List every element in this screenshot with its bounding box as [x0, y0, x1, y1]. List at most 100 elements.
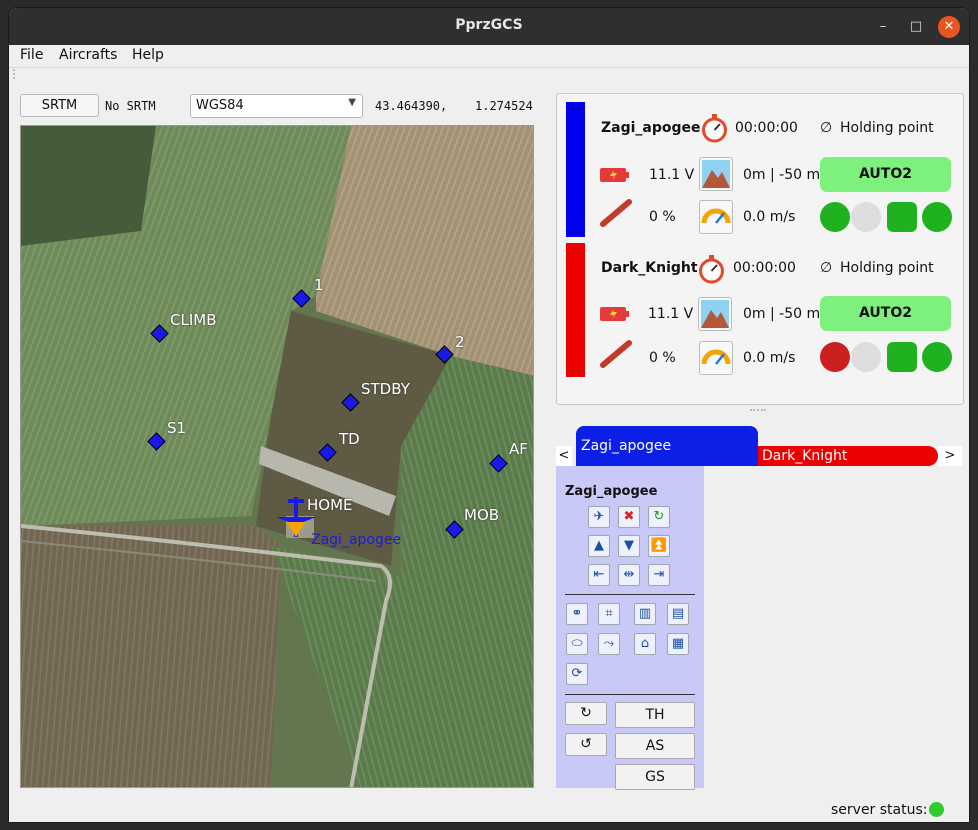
gps-status-icon — [851, 342, 881, 372]
divider — [565, 694, 695, 695]
srtm-status: No SRTM — [105, 99, 156, 113]
rc-status-icon — [887, 342, 917, 372]
tab-dark-knight[interactable]: Dark_Knight — [758, 446, 938, 466]
shift-right-icon[interactable]: ⇥ — [648, 564, 670, 586]
projection-value: WGS84 — [196, 98, 244, 113]
menu-help[interactable]: Help — [132, 47, 164, 63]
mode-badge[interactable]: AUTO2 — [820, 296, 951, 331]
rotate-ccw-icon[interactable]: ↺ — [565, 733, 607, 756]
waypoint-label: S1 — [167, 419, 187, 437]
tab-label: Dark_Knight — [762, 448, 848, 464]
altitude-down-icon[interactable]: ▼ — [618, 535, 640, 557]
splitter-handle[interactable] — [750, 409, 766, 411]
satellite-map — [21, 126, 533, 787]
battery-voltage: 11.1 V — [648, 306, 694, 322]
refresh-icon[interactable]: ⟳ — [566, 663, 588, 685]
waypoint-label: STDBY — [361, 380, 410, 398]
flight-time: 00:00:00 — [733, 260, 796, 276]
center-icon[interactable]: ⇹ — [618, 564, 640, 586]
route-icon[interactable]: ⤳ — [598, 633, 620, 655]
gs-button[interactable]: GS — [615, 764, 695, 790]
speed-value: 0.0 m/s — [743, 209, 796, 225]
shift-left-icon[interactable]: ⇤ — [588, 564, 610, 586]
menu-file[interactable]: File — [20, 47, 43, 63]
strip-color-bar — [566, 102, 585, 237]
landing-icon[interactable]: ▦ — [667, 633, 689, 655]
main-window: PprzGCS – □ ✕ File Aircrafts Help SRTM N… — [9, 8, 969, 822]
altitude-up-icon[interactable]: ▲ — [588, 535, 610, 557]
aircraft-map-label: Zagi_apogee — [311, 532, 402, 548]
rc-status-icon — [887, 202, 917, 232]
maximize-icon[interactable]: □ — [905, 16, 927, 38]
flight-time: 00:00:00 — [735, 120, 798, 136]
minimize-icon[interactable]: – — [872, 16, 894, 38]
altitude-icon[interactable] — [698, 297, 732, 331]
menu-bar: File Aircrafts Help — [9, 45, 969, 67]
waypoint-label: CLIMB — [170, 311, 217, 329]
battery-icon — [600, 168, 629, 182]
current-block: Holding point — [840, 260, 934, 276]
aircraft-name: Dark_Knight — [601, 260, 698, 276]
tab-zagi-apogee[interactable]: Zagi_apogee — [576, 426, 758, 466]
divider — [9, 67, 969, 68]
stopwatch-icon — [699, 255, 724, 284]
altitude-readout: 0m | -50 m — [743, 306, 821, 322]
link-status-icon — [820, 202, 850, 232]
throttle-icon — [600, 199, 632, 227]
link-status-icon — [820, 342, 850, 372]
altitude-icon[interactable] — [699, 157, 733, 191]
imu-status-icon — [922, 202, 952, 232]
srtm-button[interactable]: SRTM — [20, 94, 99, 117]
home-icon[interactable]: ⌂ — [634, 633, 656, 655]
chevron-down-icon: ▼ — [348, 97, 356, 108]
latitude-readout: 43.464390, — [375, 99, 448, 113]
rotate-cw-icon[interactable]: ↻ — [565, 702, 607, 725]
map-view[interactable]: 1 CLIMB 2 STDBY S1 TD AF HOME MOB Zagi_a… — [20, 125, 534, 788]
tab-label: Zagi_apogee — [581, 438, 672, 454]
path-icon[interactable]: ▤ — [667, 603, 689, 625]
menu-aircrafts[interactable]: Aircrafts — [59, 47, 117, 63]
mode-badge[interactable]: AUTO2 — [820, 157, 951, 192]
window-title: PprzGCS — [455, 17, 523, 33]
aircraft-strips: Zagi_apogee 00:00:00 ∅ Holding point 11.… — [556, 93, 964, 405]
title-bar: PprzGCS – □ ✕ — [9, 8, 969, 45]
runway-icon[interactable]: ▥ — [634, 603, 656, 625]
panel-title: Zagi_apogee — [565, 484, 658, 499]
waypoint-label: MOB — [464, 506, 500, 524]
speed-gauge-icon[interactable] — [699, 200, 733, 234]
speed-value: 0.0 m/s — [743, 350, 796, 366]
projection-select[interactable]: WGS84 ▼ — [190, 94, 363, 118]
tab-scroll-left[interactable]: < — [556, 446, 572, 466]
server-status-indicator — [929, 802, 944, 817]
longitude-readout: 1.274524 — [475, 99, 533, 113]
th-button[interactable]: TH — [615, 702, 695, 728]
throttle-value: 0 % — [649, 350, 676, 366]
strip-color-bar — [566, 243, 585, 377]
oval-icon[interactable]: ⬭ — [566, 633, 588, 655]
tab-scroll-right[interactable]: > — [938, 446, 962, 466]
gps-status-icon — [851, 202, 881, 232]
block-icon: ∅ — [820, 120, 833, 136]
circle-icon[interactable]: ⚭ — [566, 603, 588, 625]
waypoint-label: 2 — [455, 333, 465, 351]
takeoff-icon[interactable]: ✈ — [588, 506, 610, 528]
climb-icon[interactable]: ⏫ — [648, 535, 670, 557]
as-button[interactable]: AS — [615, 733, 695, 759]
waypoint-label: TD — [339, 430, 360, 448]
close-icon[interactable]: ✕ — [938, 16, 960, 38]
stopwatch-icon — [702, 114, 727, 143]
divider — [565, 594, 695, 595]
survey-icon[interactable]: ⌗ — [598, 603, 620, 625]
block-icon: ∅ — [820, 260, 833, 276]
kill-icon[interactable]: ✖ — [618, 506, 640, 528]
resurrect-icon[interactable]: ↻ — [648, 506, 670, 528]
imu-status-icon — [922, 342, 952, 372]
server-status-label: server status: — [831, 802, 928, 818]
speed-gauge-icon[interactable] — [699, 341, 733, 375]
toolbar-grip[interactable] — [13, 69, 21, 79]
battery-voltage: 11.1 V — [649, 167, 695, 183]
waypoint-label: AF — [509, 440, 528, 458]
commands-panel: Zagi_apogee ✈ ✖ ↻ ▲ ▼ ⏫ ⇤ ⇹ ⇥ ⚭ ⌗ ▥ ▤ ⬭ … — [556, 466, 704, 790]
waypoint-label: 1 — [314, 276, 324, 294]
aircraft-name: Zagi_apogee — [601, 120, 701, 136]
